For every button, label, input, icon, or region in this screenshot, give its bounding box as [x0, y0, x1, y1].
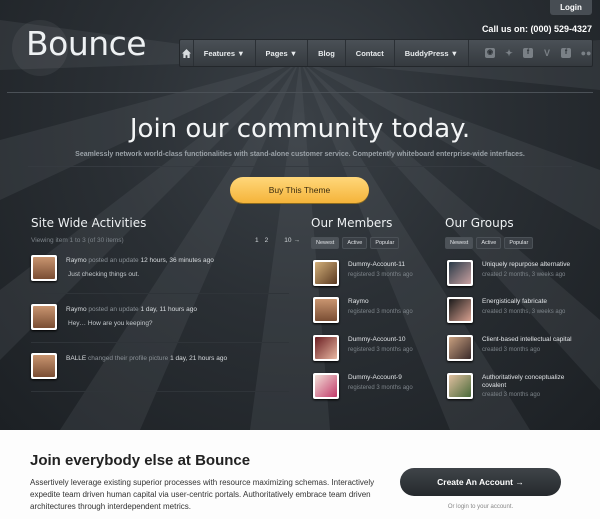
group-meta: created 3 months ago [482, 347, 541, 353]
avatar[interactable] [31, 353, 57, 379]
pager-10[interactable]: 10 [284, 237, 291, 244]
member-meta: registered 3 months ago [348, 309, 413, 315]
login-link[interactable]: Or login to your account. [400, 504, 561, 510]
hero-subtitle: Seamlessly network world-class functiona… [75, 151, 525, 158]
avatar[interactable] [31, 304, 57, 330]
login-button[interactable]: Login [550, 0, 592, 15]
facebook-icon[interactable]: f [561, 48, 571, 58]
tab-active[interactable]: Active [476, 237, 502, 249]
member-meta: registered 3 months ago [348, 385, 413, 391]
activity-action: changed their profile picture [86, 355, 171, 362]
signup-text: Assertively leverage existing superior p… [30, 478, 375, 511]
signup-section: Join everybody else at Bounce Assertivel… [0, 430, 600, 519]
tab-newest[interactable]: Newest [311, 237, 340, 249]
activity-time: 12 hours, 36 minutes ago [140, 257, 214, 264]
pager-next[interactable]: → [293, 237, 300, 244]
activity-user[interactable]: BALLE [66, 355, 86, 362]
divider [31, 342, 289, 343]
group-name[interactable]: Authoritatively conceptualize [482, 374, 564, 381]
rss-icon[interactable]: ◉ [485, 48, 495, 58]
activity-user[interactable]: Raymo [66, 257, 87, 264]
group-avatar[interactable] [447, 373, 473, 399]
nav-contact[interactable]: Contact [346, 40, 395, 66]
flickr-icon[interactable]: f [523, 48, 533, 58]
logo[interactable]: Bounce [26, 24, 147, 63]
activity-time: 1 day, 11 hours ago [140, 306, 197, 313]
divider [31, 391, 289, 392]
group-avatar[interactable] [447, 260, 473, 286]
group-name-cont[interactable]: covalent [482, 382, 506, 389]
group-meta: created 2 months, 3 weeks ago [482, 272, 566, 278]
create-account-button[interactable]: Create An Account → [400, 468, 561, 496]
social-icons: ◉ ✦ f V f ●● [469, 48, 592, 58]
tab-active[interactable]: Active [342, 237, 368, 249]
tab-newest[interactable]: Newest [445, 237, 474, 249]
buy-theme-button[interactable]: Buy This Theme [230, 177, 369, 203]
pager: 1 2 10 → [255, 237, 306, 244]
avatar[interactable] [313, 260, 339, 286]
twitter-icon[interactable]: ✦ [504, 48, 514, 58]
group-avatar[interactable] [447, 335, 473, 361]
group-name[interactable]: Energistically fabricate [482, 298, 547, 305]
hero-title: Join our community today. [129, 114, 471, 144]
avatar[interactable] [313, 335, 339, 361]
flickr-dots-icon[interactable]: ●● [580, 48, 592, 58]
activity-body: Just checking things out. [68, 271, 140, 278]
activity-time: 1 day, 21 hours ago [170, 355, 228, 362]
divider [28, 166, 572, 167]
activity-header: Raymo posted an update 1 day, 11 hours a… [66, 306, 197, 313]
pager-1[interactable]: 1 [255, 237, 259, 244]
main-nav: Features ▼ Pages ▼ Blog Contact BuddyPre… [179, 39, 593, 67]
member-meta: registered 3 months ago [348, 347, 413, 353]
nav-blog[interactable]: Blog [308, 40, 346, 66]
pager-2[interactable]: 2 [265, 237, 269, 244]
vimeo-icon[interactable]: V [542, 48, 552, 58]
activity-user[interactable]: Raymo [66, 306, 87, 313]
members-tabs: Newest Active Popular [311, 237, 400, 249]
activity-item: Raymo posted an update 1 day, 11 hours a… [31, 304, 289, 338]
avatar[interactable] [313, 373, 339, 399]
members-title: Our Members [311, 216, 393, 230]
member-meta: registered 3 months ago [348, 272, 413, 278]
tab-popular[interactable]: Popular [504, 237, 534, 249]
group-meta: created 3 months ago [482, 392, 541, 398]
activities-title: Site Wide Activities [31, 216, 147, 230]
member-name[interactable]: Dummy-Account-11 [348, 261, 405, 268]
activity-action: posted an update [86, 306, 141, 313]
nav-buddypress[interactable]: BuddyPress ▼ [395, 40, 469, 66]
nav-pages[interactable]: Pages ▼ [256, 40, 309, 66]
viewing-count: Viewing item 1 to 3 (of 30 items) [31, 237, 124, 244]
activity-action: posted an update [86, 257, 141, 264]
group-meta: created 3 months, 3 weeks ago [482, 309, 566, 315]
signup-title: Join everybody else at Bounce [30, 452, 251, 469]
group-name[interactable]: Uniquely repurpose alternative [482, 261, 570, 268]
activity-item: BALLE changed their profile picture 1 da… [31, 353, 289, 387]
activity-header: Raymo posted an update 12 hours, 36 minu… [66, 257, 214, 264]
avatar[interactable] [31, 255, 57, 281]
nav-features[interactable]: Features ▼ [194, 40, 256, 66]
call-us-text: Call us on: (000) 529-4327 [481, 24, 592, 34]
activity-body: Hey… How are you keeping? [68, 320, 153, 327]
groups-tabs: Newest Active Popular [445, 237, 534, 249]
groups-title: Our Groups [445, 216, 514, 230]
activity-header: BALLE changed their profile picture 1 da… [66, 355, 227, 362]
divider [31, 293, 289, 294]
member-name[interactable]: Dummy-Account-10 [348, 336, 405, 343]
member-name[interactable]: Raymo [348, 298, 369, 305]
group-avatar[interactable] [447, 297, 473, 323]
group-name[interactable]: Client-based intellectual capital [482, 336, 572, 343]
activity-item: Raymo posted an update 12 hours, 36 minu… [31, 255, 289, 289]
tab-popular[interactable]: Popular [370, 237, 400, 249]
home-icon[interactable] [180, 40, 194, 66]
avatar[interactable] [313, 297, 339, 323]
member-name[interactable]: Dummy-Account-9 [348, 374, 402, 381]
